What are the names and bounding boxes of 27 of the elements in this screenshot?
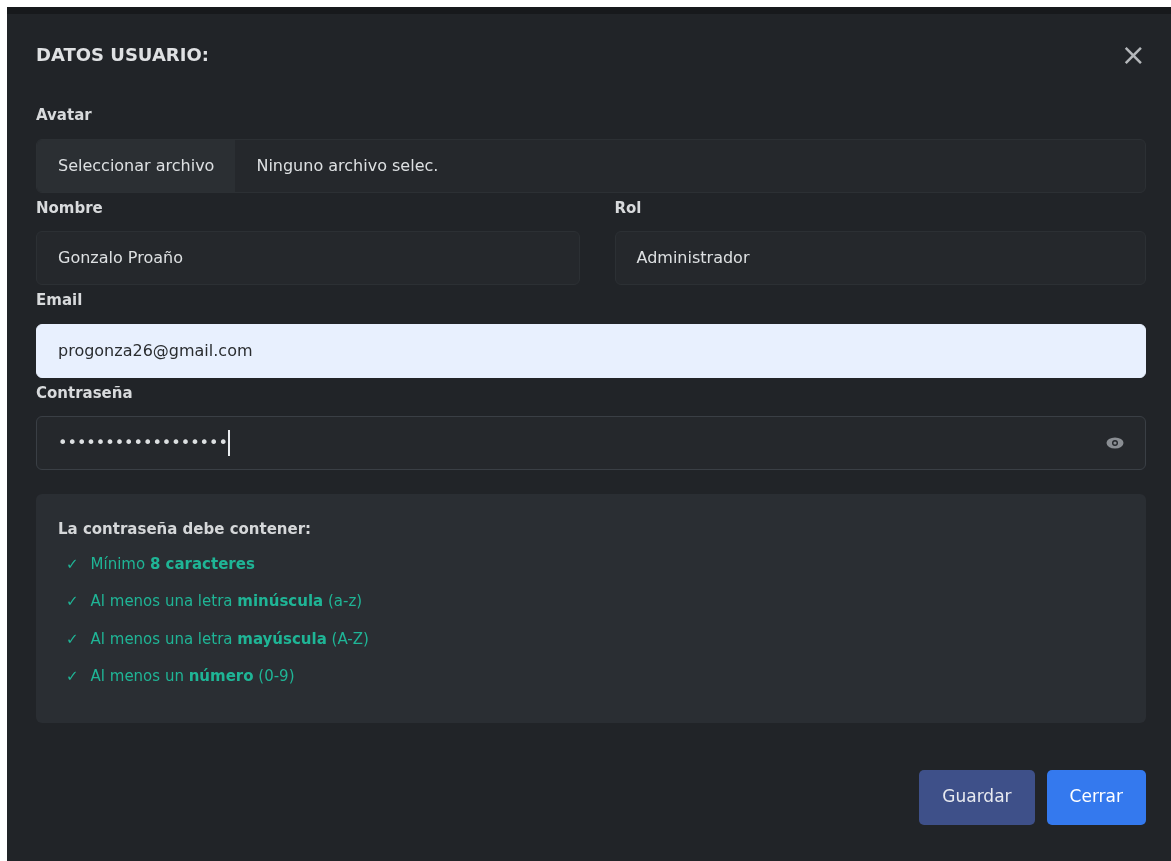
password-dots: •••••••••••••••••• xyxy=(58,432,228,452)
check-icon: ✓ xyxy=(66,590,79,613)
field-label: Rol xyxy=(614,197,643,219)
save-button[interactable]: Guardar xyxy=(919,769,1035,825)
text-field[interactable]: Gonzalo Proaño xyxy=(36,231,580,285)
requirement-text: Mínimo 8 caracteres xyxy=(90,553,255,575)
password-field[interactable]: •••••••••••••••••• xyxy=(36,416,1146,470)
dialog-title: DATOS USUARIO: xyxy=(36,44,209,66)
field-label: Email xyxy=(36,290,84,311)
check-icon: ✓ xyxy=(66,552,79,575)
field-label: Avatar xyxy=(36,105,93,126)
field-label: Contraseña xyxy=(36,382,134,404)
text-field[interactable]: Administrador xyxy=(614,231,1146,285)
close-button[interactable]: × xyxy=(1120,40,1146,70)
requirements-title: La contraseña debe contener: xyxy=(58,519,313,540)
requirement-text: Al menos una letra minúscula (a-z) xyxy=(90,591,363,612)
requirement-text: Al menos un número (0-9) xyxy=(90,666,295,687)
email-field[interactable]: progonza26@gmail.com xyxy=(36,323,1146,378)
close-button[interactable]: Cerrar xyxy=(1046,769,1146,825)
eye-icon[interactable] xyxy=(1106,437,1124,449)
field-label: Nombre xyxy=(36,197,104,219)
file-input[interactable]: Seleccionar archivo Ninguno archivo selec. xyxy=(36,138,1146,193)
check-icon: ✓ xyxy=(66,627,79,650)
check-icon: ✓ xyxy=(66,665,79,688)
requirement-text: Al menos una letra mayúscula (A-Z) xyxy=(90,628,369,650)
file-name: Ninguno archivo selec. xyxy=(255,154,439,177)
choose-file-button[interactable]: Seleccionar archivo xyxy=(37,139,236,192)
